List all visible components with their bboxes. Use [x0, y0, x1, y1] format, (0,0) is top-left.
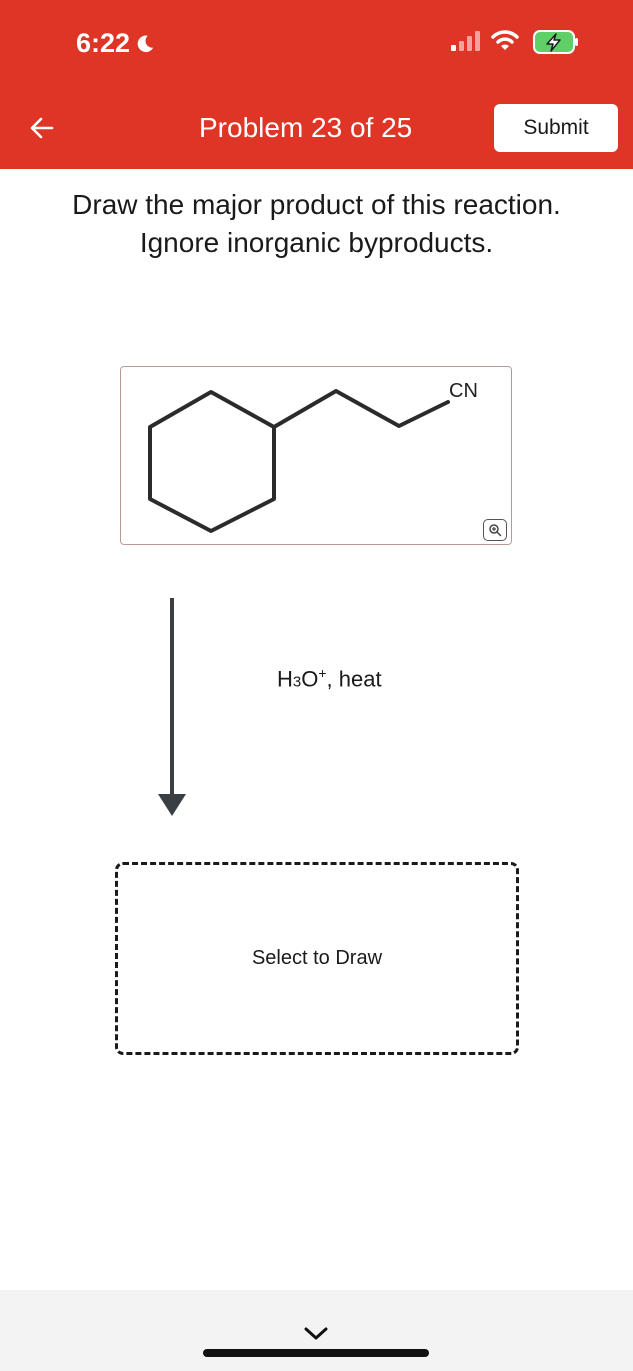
reagent-conditions: H3O+, heat [277, 665, 382, 692]
zoom-in-icon [489, 524, 502, 537]
reagent-subscript: 3 [292, 673, 302, 691]
wifi-icon [491, 30, 519, 50]
cn-group-label: CN [449, 380, 478, 402]
moon-icon [137, 35, 154, 52]
question-line-2: Ignore inorganic byproducts. [139, 227, 494, 258]
product-draw-area[interactable]: Select to Draw [115, 862, 519, 1055]
reagent-h: H [277, 666, 293, 692]
select-to-draw-label: Select to Draw [251, 947, 383, 969]
reagent-o: O [301, 666, 319, 692]
app-header: 6:22 Problem 23 of 25 Submit [0, 0, 633, 169]
zoom-button[interactable] [483, 519, 507, 541]
reaction-arrow [158, 598, 186, 816]
reagent-heat: , heat [326, 666, 382, 692]
home-indicator[interactable] [203, 1349, 429, 1357]
battery-charging-icon [533, 30, 578, 54]
question-text: Draw the major product of this reaction.… [0, 186, 633, 262]
chevron-down-icon[interactable] [302, 1325, 330, 1343]
question-line-1: Draw the major product of this reaction. [72, 189, 561, 220]
status-time: 6:22 [76, 28, 156, 59]
submit-button[interactable]: Submit [494, 104, 618, 152]
reagent-superscript: + [318, 665, 327, 681]
status-time-text: 6:22 [76, 28, 131, 58]
signal-icon [451, 31, 480, 51]
